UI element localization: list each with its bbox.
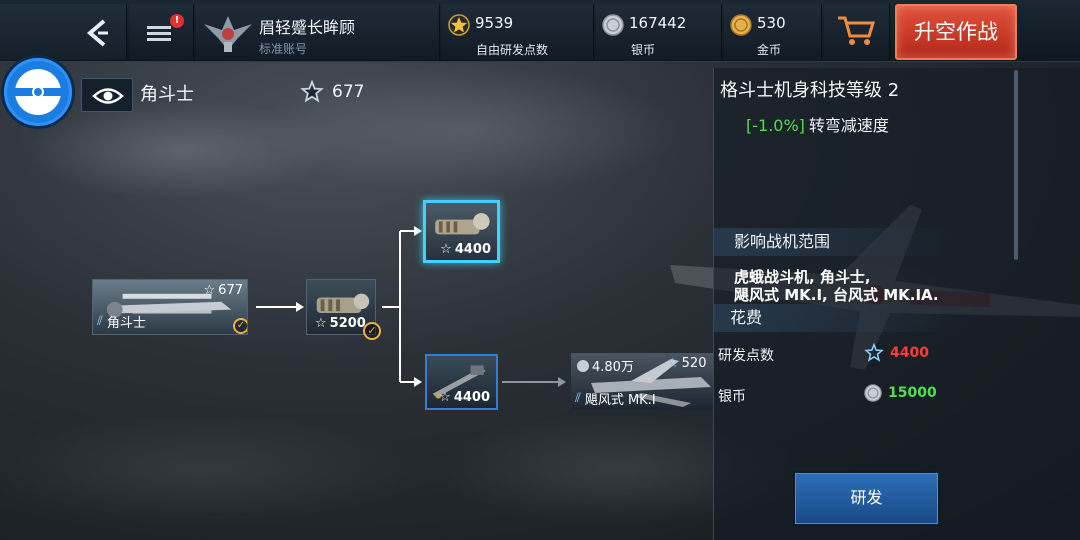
take-off-battle-button[interactable]: 升空作战 bbox=[895, 4, 1017, 60]
gold-coin-icon bbox=[730, 14, 752, 36]
star-icon: ☆ bbox=[440, 242, 452, 257]
silver-coin-icon bbox=[864, 384, 882, 402]
module-completed-check-icon: ✓ bbox=[363, 322, 381, 340]
panel-scrollbar[interactable] bbox=[1014, 70, 1018, 260]
star-icon: ☆ bbox=[315, 316, 327, 331]
current-aircraft-node[interactable]: ☆ 677 ⫽ 角斗士 ✓ bbox=[92, 279, 248, 335]
effect-percentage: [-1.0%] bbox=[746, 116, 805, 135]
rp-cost-value: 4400 bbox=[890, 345, 929, 361]
next-aircraft-cost: 4.80万 bbox=[577, 356, 634, 375]
next-aircraft-node[interactable]: 4.80万 ☆ 520 ⫽ 飓风式 MK.I bbox=[571, 353, 714, 410]
module-detail-panel: 格斗士机身科技等级 2 [-1.0%] 转弯减速度 影响战机范围 虎蛾战斗机, 角… bbox=[713, 68, 1080, 540]
aircraft-node-rp: ☆ 677 bbox=[203, 283, 243, 298]
module-node-weapon[interactable]: ☆ 4400 bbox=[425, 354, 498, 410]
star-icon: ☆ bbox=[667, 356, 679, 371]
module-effect: [-1.0%] 转弯减速度 bbox=[746, 112, 889, 136]
star-icon: ☆ bbox=[203, 283, 216, 298]
silver-cost-value: 15000 bbox=[888, 385, 937, 401]
completed-check-icon: ✓ bbox=[233, 318, 247, 334]
research-star-icon bbox=[864, 343, 884, 362]
shopping-cart-icon bbox=[838, 16, 876, 45]
rp-cost: 4400 bbox=[864, 343, 929, 363]
rp-cost-label: 研发点数 bbox=[718, 348, 774, 364]
module-title: 格斗士机身科技等级 2 bbox=[720, 80, 900, 101]
aircraft-node-name: ⫽ 角斗士 bbox=[97, 314, 146, 331]
research-button[interactable]: 研发 bbox=[793, 471, 940, 526]
silver-coin-icon bbox=[577, 359, 589, 372]
fighter-class-icon: ⫽ bbox=[97, 314, 103, 329]
shop-button[interactable] bbox=[824, 4, 890, 60]
affected-aircraft-list: 虎蛾战斗机, 角斗士, 飓风式 MK.I, 台风式 MK.IA. bbox=[734, 268, 939, 304]
gold-value: 530 bbox=[757, 14, 786, 32]
star-icon: ☆ bbox=[439, 390, 451, 405]
module-node-airframe-selected[interactable]: ☆ 4400 bbox=[423, 200, 500, 263]
gold-label: 金币 bbox=[757, 43, 782, 57]
cost-header: 花费 bbox=[714, 304, 954, 332]
effect-description: 转弯减速度 bbox=[808, 116, 889, 135]
silver-cost: 15000 bbox=[864, 384, 937, 402]
fighter-class-icon: ⫽ bbox=[575, 391, 581, 406]
gold-balance[interactable]: 530 金币 bbox=[724, 4, 822, 60]
module-cost: ☆ 5200 bbox=[315, 316, 366, 331]
next-aircraft-name: ⫽ 飓风式 MK.I bbox=[575, 391, 656, 408]
affected-aircraft-header: 影响战机范围 bbox=[714, 228, 954, 256]
next-aircraft-rp: ☆ 520 bbox=[667, 356, 707, 371]
tree-connectors bbox=[256, 226, 566, 387]
silver-cost-label: 银币 bbox=[718, 389, 746, 405]
module-cost: ☆ 4400 bbox=[439, 390, 490, 405]
module-cost: ☆ 4400 bbox=[440, 242, 491, 257]
